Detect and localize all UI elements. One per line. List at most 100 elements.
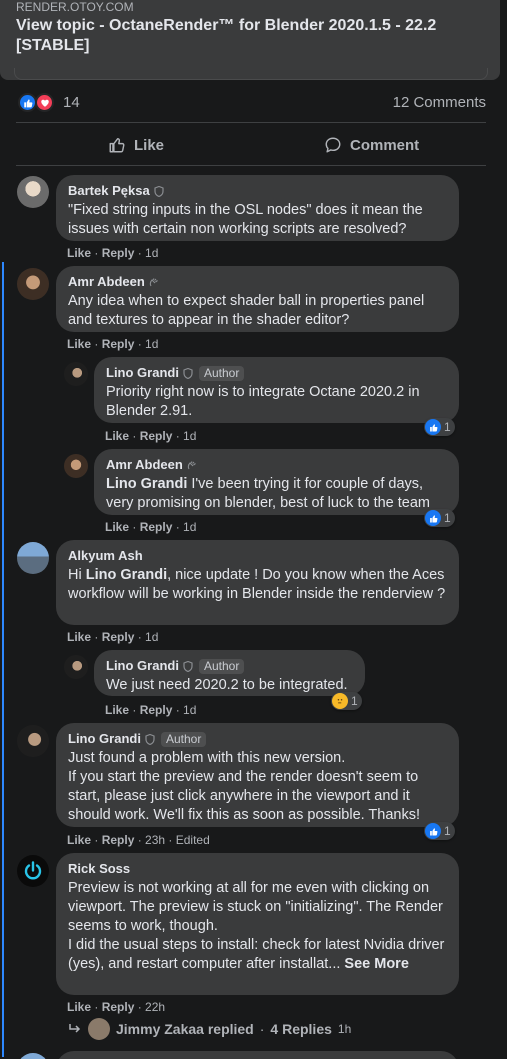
power-icon: [24, 861, 42, 880]
comment-reply-link[interactable]: Reply: [140, 703, 173, 717]
comment-author[interactable]: Alkyum Ash: [68, 548, 447, 564]
comment-like-link[interactable]: Like: [67, 246, 91, 260]
divider: [16, 165, 486, 166]
comment-like-link[interactable]: Like: [105, 520, 129, 534]
comment-bubble: Rick Soss Preview is not working at all …: [56, 853, 459, 995]
comment-time[interactable]: 1d: [183, 429, 196, 443]
comment-button-label: Comment: [350, 136, 420, 154]
thinking-reaction-icon: [332, 693, 348, 709]
waving-hand-icon: [149, 277, 158, 286]
comment-author[interactable]: Lino Grandi Author: [68, 731, 447, 747]
comment-bubble: Amr Abdeen Lino Grandi I've been trying …: [94, 449, 459, 515]
avatar[interactable]: [64, 454, 88, 478]
waving-hand-icon: [187, 460, 196, 469]
reply-time: 1h: [337, 1022, 352, 1036]
avatar[interactable]: [17, 1053, 49, 1059]
like-reaction-icon: [425, 823, 441, 839]
shield-badge-icon: [154, 185, 164, 197]
comment-actions: Like · Reply · 1d: [105, 429, 197, 443]
reaction-badge[interactable]: 1: [424, 509, 455, 527]
divider: [16, 122, 486, 123]
comment-text: Hi Lino Grandi, nice update ! Do you kno…: [68, 567, 446, 602]
view-replies-link[interactable]: Jimmy Zakaa replied · 4 Replies 1h: [68, 1018, 351, 1040]
reaction-icons[interactable]: [18, 93, 58, 113]
comment-author[interactable]: Lino Grandi Author: [106, 365, 447, 381]
comment-text: We just need 2020.2 to be integrated.: [106, 677, 348, 693]
comment-like-link[interactable]: Like: [105, 703, 129, 717]
like-reaction-icon: [425, 510, 441, 526]
author-badge: Author: [198, 658, 245, 674]
comment-actions: Like · Reply · 1d: [105, 703, 197, 717]
comment-text: Lino Grandi I've been trying it for coup…: [106, 476, 431, 511]
author-badge: Author: [160, 731, 207, 747]
see-more-link[interactable]: See More: [344, 956, 408, 972]
mention-link[interactable]: Lino Grandi: [86, 567, 167, 583]
comment-like-link[interactable]: Like: [67, 630, 91, 644]
comment-text: "Fixed string inputs in the OSL nodes" d…: [68, 202, 423, 237]
link-title[interactable]: View topic - OctaneRender™ for Blender 2…: [16, 16, 486, 56]
comment-author[interactable]: Bartek Pęksa: [68, 183, 447, 199]
comment-author[interactable]: Rick Soss: [68, 861, 447, 877]
comment-bubble: [56, 1051, 459, 1059]
comment-time[interactable]: 1d: [145, 337, 158, 351]
replier-name: Jimmy Zakaa replied: [116, 1021, 254, 1037]
comment-bubble: Amr Abdeen Any idea when to expect shade…: [56, 266, 459, 332]
comment-icon: [325, 137, 341, 153]
love-reaction-icon: [35, 93, 54, 112]
comment-reply-link[interactable]: Reply: [102, 246, 135, 260]
avatar[interactable]: [64, 655, 88, 679]
comment-like-link[interactable]: Like: [67, 833, 91, 847]
comment-like-link[interactable]: Like: [67, 1000, 91, 1014]
comment-time[interactable]: 22h: [145, 1000, 165, 1014]
comment-time[interactable]: 1d: [145, 246, 158, 260]
comment-reply-link[interactable]: Reply: [140, 520, 173, 534]
comment-bubble: Lino Grandi Author We just need 2020.2 t…: [94, 650, 365, 696]
comment-time[interactable]: 1d: [145, 630, 158, 644]
comment-reply-link[interactable]: Reply: [102, 630, 135, 644]
comment-actions: Like · Reply · 1d: [67, 337, 159, 351]
comment-author[interactable]: Lino Grandi Author: [106, 658, 353, 674]
like-button[interactable]: Like: [108, 130, 164, 160]
reply-arrow-icon: [69, 1024, 81, 1033]
avatar[interactable]: [17, 725, 49, 757]
reaction-count[interactable]: 14: [63, 94, 80, 111]
comment-reply-link[interactable]: Reply: [140, 429, 173, 443]
comment-bubble: Alkyum Ash Hi Lino Grandi, nice update !…: [56, 540, 459, 625]
reply-count: 4 Replies: [270, 1021, 332, 1037]
author-badge: Author: [198, 365, 245, 381]
comment-time[interactable]: 23h: [145, 833, 165, 847]
comment-author[interactable]: Amr Abdeen: [68, 274, 447, 290]
mention-link[interactable]: Lino Grandi: [106, 476, 187, 492]
avatar[interactable]: [17, 542, 49, 574]
comment-reply-link[interactable]: Reply: [102, 1000, 135, 1014]
comments-count[interactable]: 12 Comments: [393, 94, 486, 111]
comment-text: Just found a problem with this new versi…: [68, 750, 421, 823]
reaction-badge[interactable]: 1: [331, 692, 362, 710]
avatar[interactable]: [17, 176, 49, 208]
comment-reply-link[interactable]: Reply: [102, 337, 135, 351]
reaction-badge[interactable]: 1: [424, 418, 455, 436]
comment-author[interactable]: Amr Abdeen: [106, 457, 447, 473]
post-stats: 14 12 Comments: [18, 92, 488, 114]
comment-reply-link[interactable]: Reply: [102, 833, 135, 847]
thread-line: [2, 262, 4, 1057]
comment-actions: Like · Reply · 1d: [67, 630, 159, 644]
comment-actions: Like · Reply · 1d: [67, 246, 159, 260]
comment-button[interactable]: Comment: [324, 130, 419, 160]
avatar[interactable]: [64, 362, 88, 386]
link-card-footer: [14, 68, 488, 80]
comment-text: Any idea when to expect shader ball in p…: [68, 293, 425, 328]
comment-actions: Like · Reply · 22h: [67, 1000, 166, 1014]
avatar[interactable]: [17, 268, 49, 300]
comment-time[interactable]: 1d: [183, 520, 196, 534]
shield-badge-icon: [145, 733, 155, 745]
link-preview-card[interactable]: RENDER.OTOY.COM View topic - OctaneRende…: [0, 0, 500, 80]
avatar[interactable]: [17, 855, 49, 887]
like-reaction-icon: [425, 419, 441, 435]
edited-label: Edited: [175, 833, 210, 847]
comment-like-link[interactable]: Like: [67, 337, 91, 351]
reaction-badge[interactable]: 1: [424, 822, 455, 840]
link-source: RENDER.OTOY.COM: [16, 0, 134, 14]
comment-time[interactable]: 1d: [183, 703, 196, 717]
comment-like-link[interactable]: Like: [105, 429, 129, 443]
